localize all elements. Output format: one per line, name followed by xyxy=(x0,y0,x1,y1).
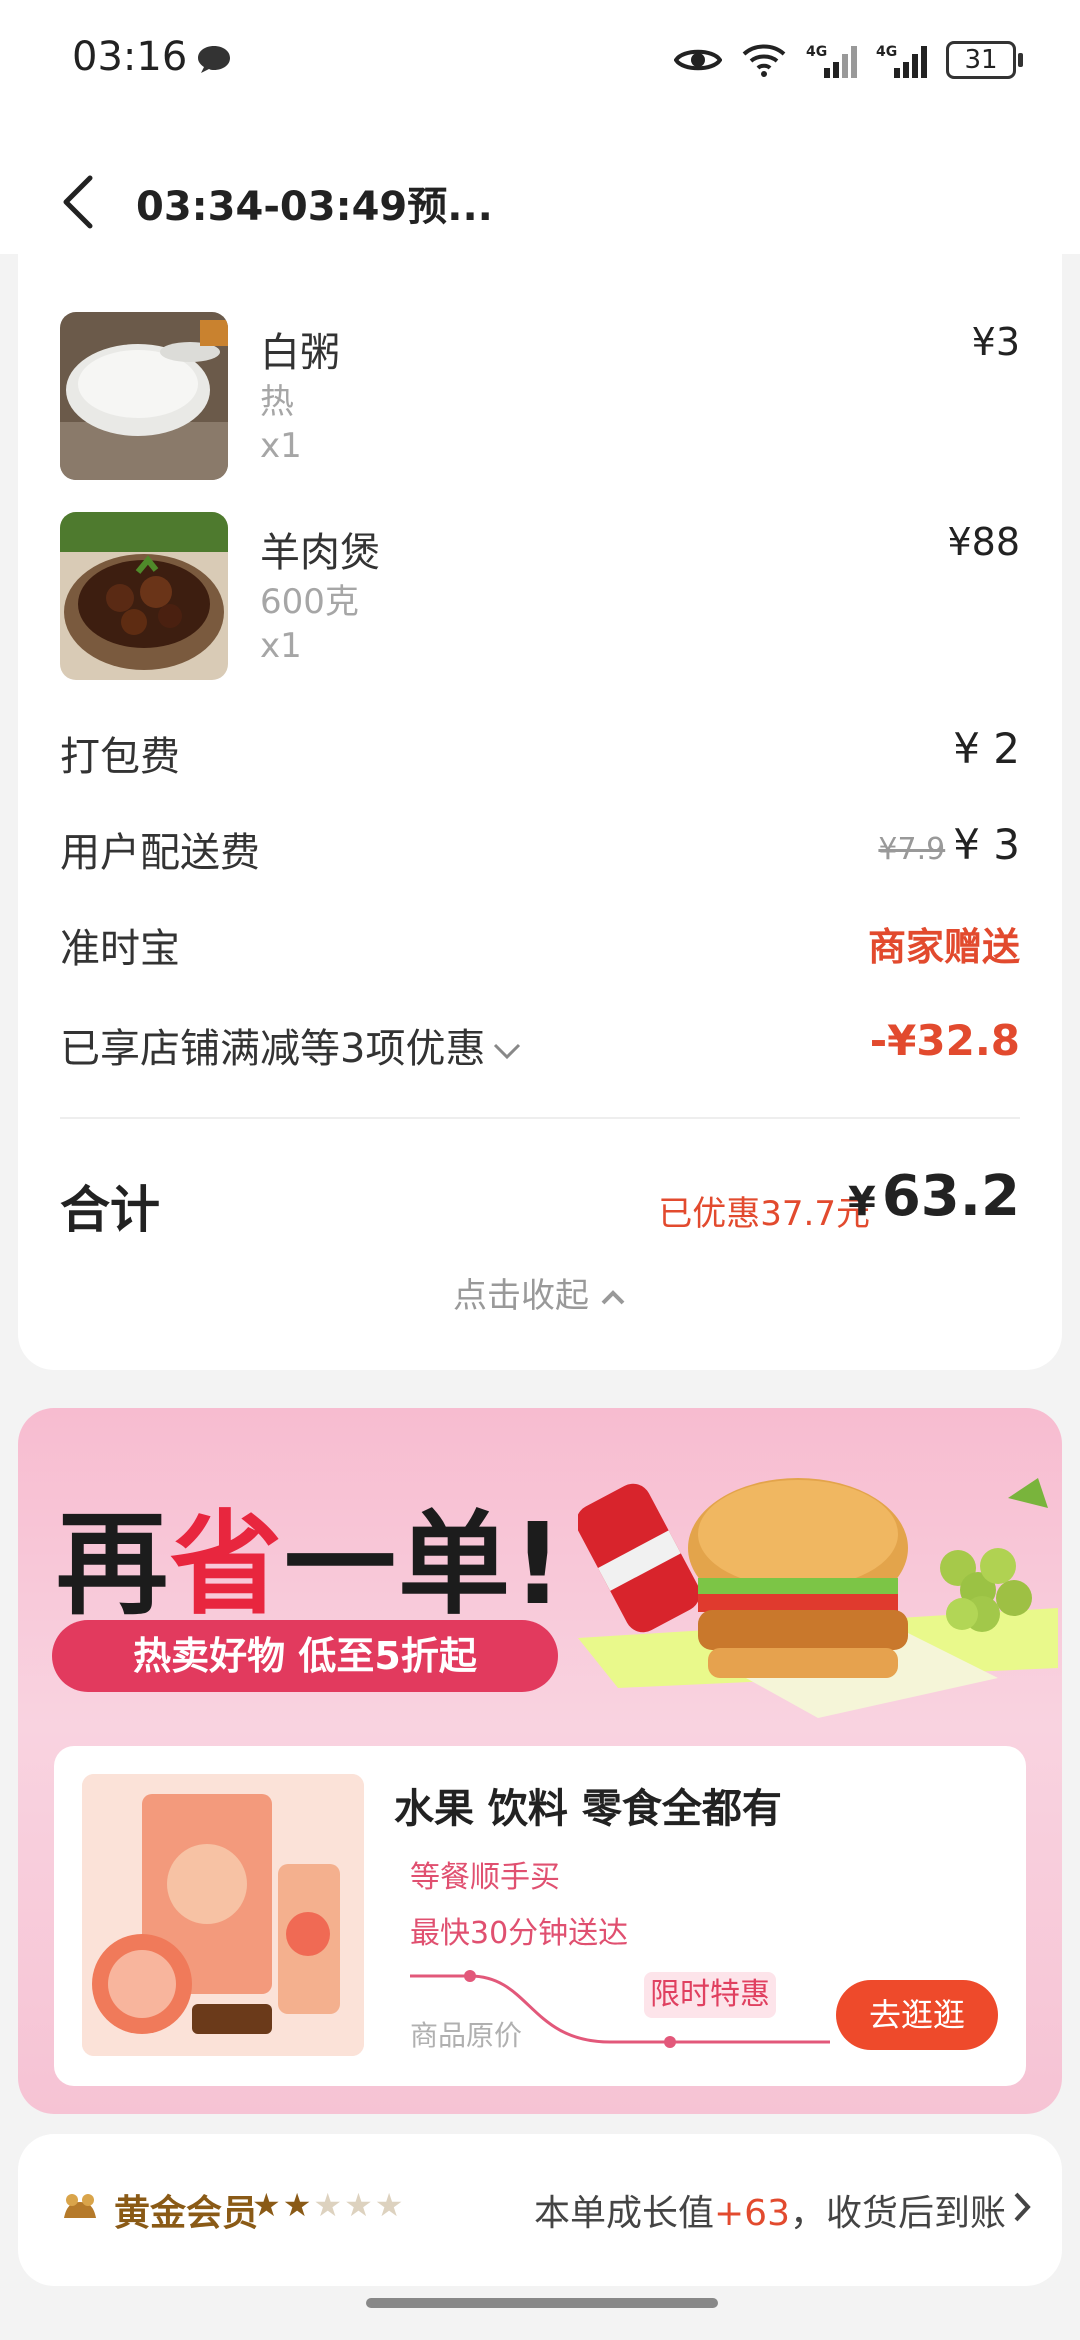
status-icons: 4G 4G 31 xyxy=(674,36,1023,84)
battery-indicator: 31 xyxy=(946,41,1023,79)
packing-fee-value: ¥ 2 xyxy=(953,724,1020,773)
membership-card[interactable]: 黄金会员 ★★★★★ 本单成长值+63，收货后到账 xyxy=(18,2134,1062,2286)
total-amount: ¥63.2 xyxy=(848,1164,1020,1229)
order-item: 羊肉煲 600克 x1 ¥88 xyxy=(60,512,1020,682)
signal-4g-icon: 4G xyxy=(806,44,857,78)
delivery-fee-value: ¥7.9 ¥ 3 xyxy=(878,820,1020,869)
growth-info: 本单成长值+63，收货后到账 xyxy=(534,2184,1006,2236)
total-label: 合计 xyxy=(60,1181,160,1239)
discount-label[interactable]: 已享店铺满减等3项优惠 xyxy=(60,1016,523,1074)
star-icon: ★ xyxy=(252,2186,283,2224)
original-price-label: 商品原价 xyxy=(410,2019,523,2052)
item-quantity: x1 xyxy=(260,626,302,666)
saved-amount: 已优惠37.7元 xyxy=(658,1194,870,1234)
status-time: 03:16 xyxy=(72,34,188,80)
svg-text:4G: 4G xyxy=(806,44,827,60)
signal-4g-icon-2: 4G xyxy=(876,44,927,78)
eye-icon xyxy=(674,49,722,71)
star-icon: ★ xyxy=(282,2186,314,2224)
porridge-image xyxy=(60,312,228,480)
promo-banner[interactable]: 再省一单! 热卖好物 低至5折起 水果 饮料 零食全都有 等餐顺手买 最快30分… xyxy=(18,1408,1062,2114)
collapse-text: 点击收起 xyxy=(453,1276,589,1316)
promo-subtitle-2: 最快30分钟送达 xyxy=(410,1916,629,1951)
headline-part: 一单! xyxy=(284,1500,566,1630)
member-stars: ★★★★★ xyxy=(252,2186,405,2224)
message-icon xyxy=(198,46,230,73)
member-level: 黄金会员 xyxy=(114,2193,259,2234)
discount-label-text: 已享店铺满减等3项优惠 xyxy=(60,1026,486,1072)
svg-text:4G: 4G xyxy=(876,44,897,60)
delivery-fee-row: 用户配送费 ¥7.9 ¥ 3 xyxy=(60,814,1020,876)
flash-sale-tag: 限时特惠 xyxy=(644,1972,776,2018)
chevron-up-icon xyxy=(601,1290,625,1305)
ontime-label: 准时宝 xyxy=(60,926,180,972)
item-spec: 600克 xyxy=(260,582,359,622)
top-bar: 03:16 4G 4G 31 03:34-03:49预... xyxy=(0,0,1080,254)
page-header: 03:34-03:49预... xyxy=(0,150,1080,250)
star-icon: ★ xyxy=(313,2186,345,2224)
browse-button[interactable]: 去逛逛 xyxy=(836,1980,998,2050)
wifi-icon xyxy=(742,44,786,77)
lamb-stew-image xyxy=(60,512,228,680)
growth-points: +63 xyxy=(714,2193,790,2234)
packing-fee-row: 打包费 ¥ 2 xyxy=(60,718,1020,780)
divider xyxy=(60,1117,1020,1119)
delivery-fee-amount: ¥ 3 xyxy=(953,820,1020,869)
ontime-guarantee-row: 准时宝 商家赠送 xyxy=(60,910,1020,972)
chevron-down-icon[interactable] xyxy=(491,1041,523,1061)
order-item: 白粥 热 x1 ¥3 xyxy=(60,312,1020,482)
back-arrow-icon[interactable] xyxy=(56,172,104,232)
item-name: 白粥 xyxy=(260,330,340,376)
growth-prefix: 本单成长值 xyxy=(533,2193,714,2234)
promo-subtitle-1: 等餐顺手买 xyxy=(410,1860,560,1895)
promo-card-title: 水果 饮料 零食全都有 xyxy=(394,1786,782,1832)
headline-part: 再 xyxy=(56,1500,170,1630)
item-thumbnail xyxy=(60,512,228,680)
promo-headline: 再省一单! xyxy=(56,1474,565,1636)
star-icon: ★ xyxy=(344,2186,375,2224)
item-name: 羊肉煲 xyxy=(260,530,380,576)
page-title: 03:34-03:49预... xyxy=(136,184,493,230)
snack-image xyxy=(82,1774,364,2056)
discount-value: -¥32.8 xyxy=(869,1016,1020,1065)
item-price: ¥3 xyxy=(971,320,1020,364)
total-value: 63.2 xyxy=(881,1164,1020,1229)
packing-fee-label: 打包费 xyxy=(60,734,180,780)
delivery-fee-label: 用户配送费 xyxy=(60,830,260,876)
collapse-toggle[interactable]: 点击收起 xyxy=(0,1268,1080,1317)
star-icon: ★ xyxy=(374,2186,406,2224)
home-indicator[interactable] xyxy=(366,2298,718,2308)
headline-highlight: 省 xyxy=(170,1500,284,1630)
item-thumbnail xyxy=(60,312,228,480)
burger-illustration xyxy=(578,1478,1058,1718)
crown-icon xyxy=(64,2194,96,2218)
delivery-original-price: ¥7.9 xyxy=(878,832,946,867)
item-spec: 热 xyxy=(260,382,294,422)
promo-pill: 热卖好物 低至5折起 xyxy=(52,1620,558,1692)
chevron-right-icon[interactable] xyxy=(1012,2190,1032,2224)
growth-suffix: ，收货后到账 xyxy=(789,2193,1006,2234)
promo-product-card[interactable]: 水果 饮料 零食全都有 等餐顺手买 最快30分钟送达 商品原价 限时特惠 去逛逛 xyxy=(54,1746,1026,2086)
snack-illustration xyxy=(82,1774,364,2056)
status-bar: 03:16 4G 4G 31 xyxy=(0,0,1080,120)
currency-symbol: ¥ xyxy=(847,1179,876,1225)
item-quantity: x1 xyxy=(260,426,302,466)
discount-row[interactable]: 已享店铺满减等3项优惠 -¥32.8 xyxy=(60,1010,1020,1072)
item-price: ¥88 xyxy=(947,520,1020,564)
ontime-value: 商家赠送 xyxy=(867,925,1020,969)
